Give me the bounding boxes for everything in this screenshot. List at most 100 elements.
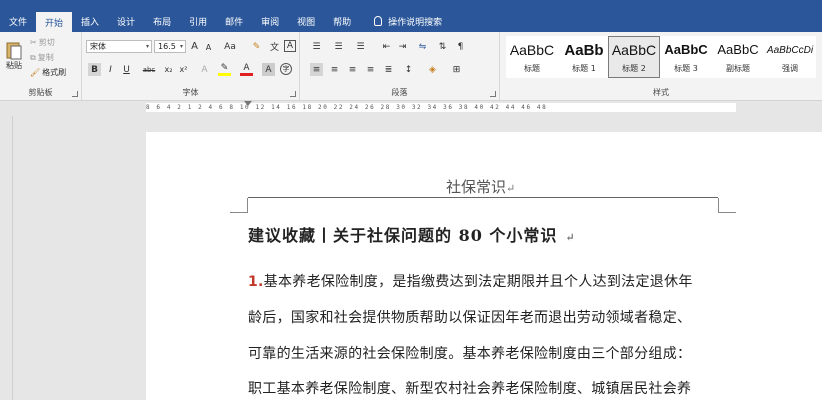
tab-references[interactable]: 引用 [180, 10, 216, 32]
multilevel-list-button[interactable]: ☰ [354, 40, 367, 53]
char-border-icon: A [286, 41, 294, 51]
chinese-layout-button[interactable]: ⇋ [416, 40, 429, 53]
shading-button[interactable]: ◈ [426, 63, 439, 76]
bold-button[interactable]: B [88, 63, 101, 76]
copy-label: 复制 [37, 53, 54, 62]
document-title[interactable]: 建议收藏丨关于社保问题的 80 个小常识 ↵ [248, 222, 576, 246]
clipboard-launcher-icon[interactable] [72, 91, 78, 97]
ruler-numbers: 8 6 4 2 1 2 4 6 8 10 12 14 16 18 20 22 2… [146, 104, 548, 111]
chevron-down-icon: ▾ [145, 43, 149, 50]
increase-indent-button[interactable]: ⇥ [396, 40, 409, 53]
page-header-text[interactable]: 社保常识↵ [446, 176, 515, 197]
format-painter-button[interactable]: 🖌 格式刷 [30, 67, 66, 78]
align-right-button[interactable]: ≡ [346, 63, 359, 76]
shrink-font-button[interactable]: A [202, 41, 215, 54]
subscript-button[interactable]: x₂ [162, 63, 175, 76]
style-subtitle[interactable]: AaBbC 副标题 [712, 36, 764, 78]
phonetic-guide-button[interactable]: 文 [268, 40, 281, 53]
vertical-ruler [0, 116, 13, 400]
sort-icon: ⇅ [438, 41, 447, 52]
title-text: 建议收藏丨关于社保问题的 80 个小常识 [248, 226, 558, 245]
style-heading-1[interactable]: AaBb 标题 1 [558, 36, 610, 78]
body-line[interactable]: 1.基本养老保险制度，是指缴费达到法定期限并且个人达到法定退休年 [248, 271, 693, 291]
increase-indent-icon: ⇥ [398, 41, 407, 52]
first-line-indent-marker[interactable] [244, 101, 252, 106]
justify-button[interactable]: ≡ [364, 63, 377, 76]
borders-button[interactable]: ⊞ [450, 63, 463, 76]
font-size-select[interactable]: 16.5 ▾ [154, 40, 186, 53]
grow-font-button[interactable]: A [188, 40, 201, 53]
style-emphasis[interactable]: AaBbCcDi 强调 [764, 36, 816, 78]
tab-mailings[interactable]: 邮件 [216, 10, 252, 32]
line-spacing-button[interactable]: ↕ [402, 63, 415, 76]
tab-help[interactable]: 帮助 [324, 10, 360, 32]
align-right-icon: ≡ [348, 64, 357, 75]
strikethrough-icon: abc [142, 65, 156, 74]
numbering-button[interactable]: ☰ [332, 40, 345, 53]
distributed-icon: ≣ [384, 64, 393, 75]
styles-group-label: 样式 [653, 88, 669, 97]
highlight-button[interactable]: ✎ [218, 63, 231, 76]
tab-file[interactable]: 文件 [0, 10, 36, 32]
tab-home[interactable]: 开始 [36, 12, 73, 32]
line-spacing-icon: ↕ [404, 64, 413, 75]
char-shading-button[interactable]: A [262, 63, 275, 76]
enclose-char-icon: 字 [282, 65, 290, 73]
tab-view[interactable]: 视图 [288, 10, 324, 32]
copy-icon: ⧉ [30, 52, 36, 62]
chinese-layout-icon: ⇋ [418, 41, 427, 52]
font-name-value: 宋体 [90, 42, 106, 51]
paste-button[interactable]: 粘贴 [3, 35, 25, 75]
tab-layout[interactable]: 布局 [144, 10, 180, 32]
body-line[interactable]: 职工基本养老保险制度、新型农村社会养老保险制度、城镇居民社会养 [248, 378, 691, 398]
tell-me-search[interactable]: 操作说明搜索 [360, 10, 442, 32]
cut-label: 剪切 [38, 38, 55, 47]
font-launcher-icon[interactable] [290, 91, 296, 97]
sort-button[interactable]: ⇅ [436, 40, 449, 53]
change-case-icon: Aa [224, 41, 236, 52]
paint-bucket-icon: ◈ [429, 64, 436, 75]
tab-review[interactable]: 审阅 [252, 10, 288, 32]
font-color-button[interactable]: A [240, 63, 253, 76]
underline-button[interactable]: U [120, 63, 133, 76]
bullets-button[interactable]: ☰ [310, 40, 323, 53]
style-name: 标题 1 [572, 64, 596, 73]
distributed-button[interactable]: ≣ [382, 63, 395, 76]
tell-me-label: 操作说明搜索 [388, 17, 443, 28]
paragraph-mark-icon: ↵ [565, 231, 576, 244]
tab-insert[interactable]: 插入 [72, 10, 108, 32]
clear-format-button[interactable]: ✎ [250, 40, 263, 53]
paragraph-launcher-icon[interactable] [490, 91, 496, 97]
style-sample: AaBbC [717, 42, 759, 57]
italic-button[interactable]: I [104, 63, 117, 76]
decrease-indent-button[interactable]: ⇤ [380, 40, 393, 53]
align-left-button[interactable]: ≡ [310, 63, 323, 76]
style-heading-2[interactable]: AaBbC 标题 2 [608, 36, 660, 78]
strikethrough-button[interactable]: abc [140, 63, 158, 76]
paragraph-mark-icon: ↵ [506, 182, 516, 195]
bold-icon: B [91, 64, 98, 75]
line-text: 龄后，国家和社会提供物质帮助以保证因年老而退出劳动领域者稳定、 [248, 310, 692, 326]
font-color-icon: A [243, 63, 250, 73]
font-group: 宋体 ▾ 16.5 ▾ A A Aa ✎ 文 A B I U abc x₂ x² A… [82, 32, 300, 100]
show-marks-button[interactable]: ¶ [454, 40, 467, 53]
style-heading-3[interactable]: AaBbC 标题 3 [660, 36, 712, 78]
body-line[interactable]: 龄后，国家和社会提供物质帮助以保证因年老而退出劳动领域者稳定、 [248, 307, 691, 327]
superscript-button[interactable]: x² [177, 63, 190, 76]
style-title[interactable]: AaBbC 标题 [506, 36, 558, 78]
font-name-select[interactable]: 宋体 ▾ [86, 40, 152, 53]
char-border-button[interactable]: A [284, 40, 296, 52]
enclose-char-button[interactable]: 字 [280, 63, 292, 75]
cut-button[interactable]: ✂ 剪切 [30, 37, 55, 48]
text-effects-button[interactable]: A [198, 63, 211, 76]
crop-mark [230, 212, 248, 213]
align-center-button[interactable]: ≡ [328, 63, 341, 76]
change-case-button[interactable]: Aa [220, 40, 240, 53]
style-name: 标题 [524, 64, 540, 73]
italic-icon: I [109, 64, 112, 75]
body-line[interactable]: 可靠的生活来源的社会保险制度。基本养老保险制度由三个部分组成： [248, 343, 691, 363]
font-group-label: 字体 [182, 88, 199, 97]
paste-icon [6, 42, 22, 59]
tab-design[interactable]: 设计 [108, 10, 144, 32]
copy-button[interactable]: ⧉ 复制 [30, 52, 54, 63]
